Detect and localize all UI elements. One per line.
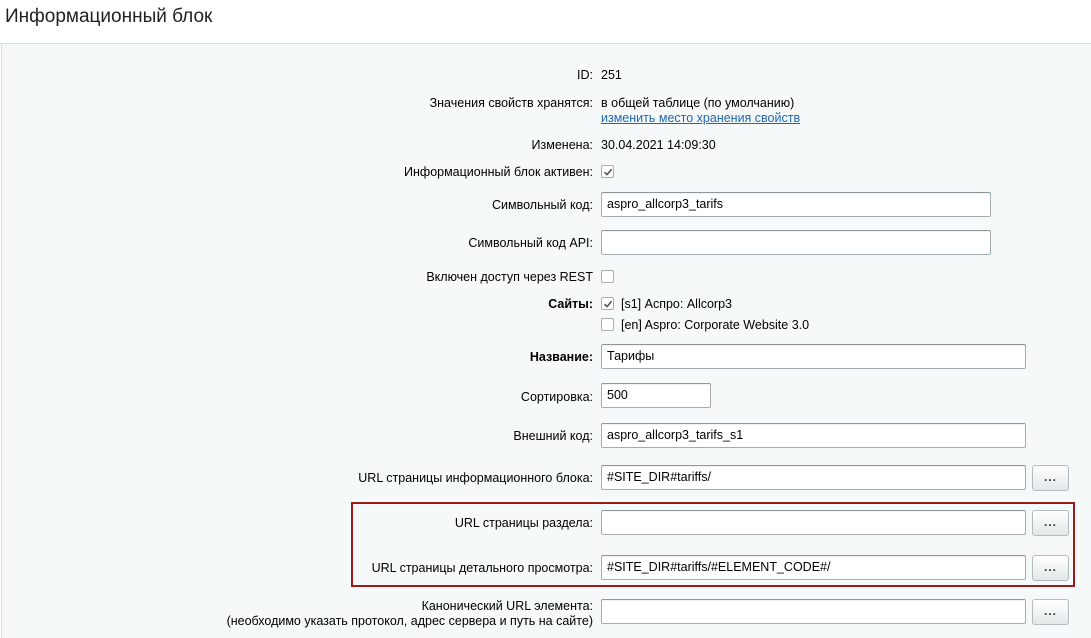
detail-url-label: URL страницы детального просмотра: bbox=[371, 561, 593, 575]
modified-value: 30.04.2021 14:09:30 bbox=[601, 138, 716, 152]
check-icon bbox=[603, 300, 613, 308]
section-url-macros-button[interactable]: ... bbox=[1032, 510, 1069, 536]
active-checkbox[interactable] bbox=[601, 165, 614, 178]
page-title: Информационный блок bbox=[5, 6, 213, 27]
detail-url-macros-button[interactable]: ... bbox=[1032, 555, 1069, 581]
detail-url-input[interactable]: #SITE_DIR#tariffs/#ELEMENT_CODE#/ bbox=[601, 555, 1026, 580]
api-code-input[interactable] bbox=[601, 230, 991, 255]
canonical-url-hint: (необходимо указать протокол, адрес серв… bbox=[226, 614, 593, 628]
storage-value: в общей таблице (по умолчанию) bbox=[601, 96, 795, 110]
site-s1-label: [s1] Аспро: Allcorp3 bbox=[621, 297, 732, 311]
modified-label: Изменена: bbox=[531, 138, 593, 152]
list-url-macros-button[interactable]: ... bbox=[1032, 465, 1069, 491]
external-code-input[interactable]: aspro_allcorp3_tarifs_s1 bbox=[601, 423, 1026, 448]
active-label: Информационный блок активен: bbox=[404, 165, 593, 179]
sites-label: Сайты: bbox=[548, 297, 593, 311]
canonical-url-input[interactable] bbox=[601, 599, 1026, 624]
change-storage-link[interactable]: изменить место хранения свойств bbox=[601, 111, 800, 126]
rest-checkbox[interactable] bbox=[601, 270, 614, 283]
site-en-label: [en] Aspro: Corporate Website 3.0 bbox=[621, 318, 810, 332]
list-url-input[interactable]: #SITE_DIR#tariffs/ bbox=[601, 465, 1026, 490]
sort-label: Сортировка: bbox=[520, 390, 593, 404]
check-icon bbox=[603, 168, 613, 176]
site-en-checkbox[interactable] bbox=[601, 318, 614, 331]
sort-input[interactable]: 500 bbox=[601, 383, 711, 408]
api-code-label: Символьный код API: bbox=[468, 236, 593, 250]
section-url-label: URL страницы раздела: bbox=[454, 516, 593, 530]
page-header: Информационный блок bbox=[0, 0, 1091, 44]
code-input[interactable]: aspro_allcorp3_tarifs bbox=[601, 192, 991, 217]
list-url-label: URL страницы информационного блока: bbox=[358, 471, 593, 485]
id-label: ID: bbox=[577, 68, 593, 82]
section-url-input[interactable] bbox=[601, 510, 1026, 535]
canonical-url-label: Канонический URL элемента: bbox=[421, 599, 593, 613]
rest-label: Включен доступ через REST bbox=[426, 270, 593, 284]
name-label: Название: bbox=[529, 350, 593, 364]
code-label: Символьный код: bbox=[492, 198, 593, 212]
canonical-url-macros-button[interactable]: ... bbox=[1032, 599, 1069, 625]
storage-label: Значения свойств хранятся: bbox=[429, 96, 593, 110]
id-value: 251 bbox=[601, 68, 622, 82]
name-input[interactable]: Тарифы bbox=[601, 344, 1026, 369]
site-s1-checkbox[interactable] bbox=[601, 297, 614, 310]
external-code-label: Внешний код: bbox=[513, 429, 593, 443]
